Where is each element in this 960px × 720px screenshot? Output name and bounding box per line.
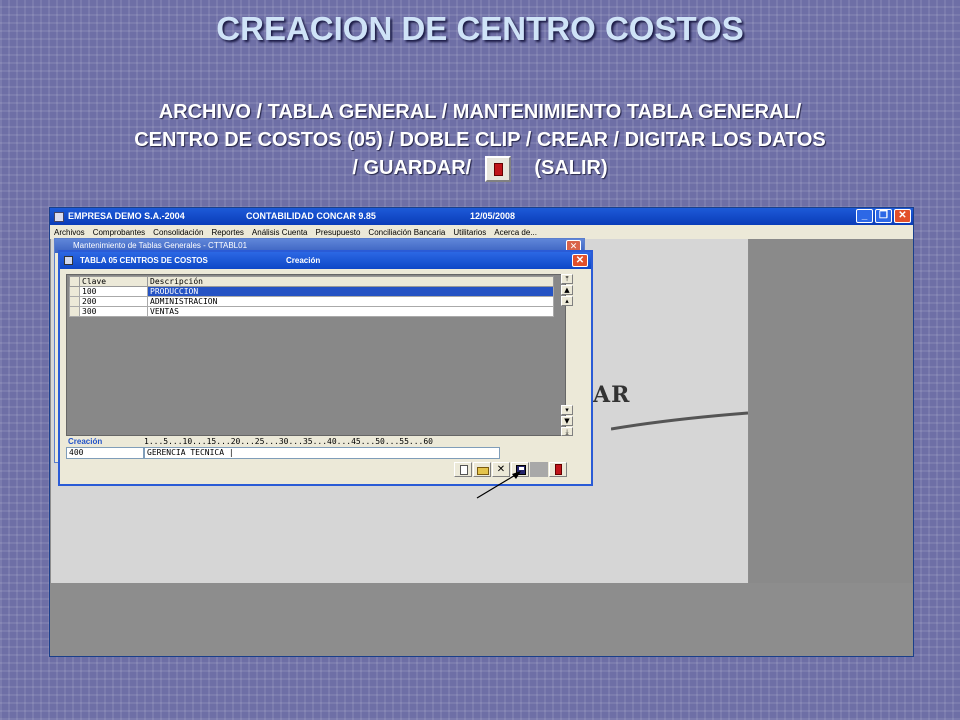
cell-clave[interactable]: 300 [79,306,148,317]
cell-clave[interactable]: 100 [79,286,148,297]
logo-swoosh [611,411,749,431]
table-row[interactable]: 100 PRODUCCION [69,286,554,297]
table-header: Clave Descripción [69,276,554,287]
annotation-arrow-icon [476,471,521,499]
scroll-page-down-icon[interactable]: ▼ [561,416,573,426]
descripcion-input[interactable]: GERENCIA TECNICA | [144,447,500,459]
records-grid: Clave Descripción 100 PRODUCCION 200 ADM… [66,274,566,436]
instruction-line-3: / GUARDAR/ (SALIR) [40,154,920,182]
menu-analisis-cuenta[interactable]: Análisis Cuenta [248,228,312,237]
background-logo: AR [593,382,631,408]
minimize-button[interactable]: _ [856,209,873,223]
app-title-product: CONTABILIDAD CONCAR 9.85 [246,211,376,221]
menu-utilitarios[interactable]: Utilitarios [449,228,490,237]
workspace-bottom-panel [51,583,913,656]
grid-scrollbar[interactable]: ⤒ ▲ ▴ ▾ ▼ ⤓ [561,274,573,436]
app-titlebar: EMPRESA DEMO S.A.-2004 CONTABILIDAD CONC… [50,208,913,225]
scroll-top-icon[interactable]: ⤒ [561,274,573,284]
app-icon [54,211,64,222]
row-indicator [69,286,80,297]
column-ruler: 1...5...10...15...20...25...30...35...40… [144,437,433,446]
workspace-right-panel [749,239,913,583]
menu-comprobantes[interactable]: Comprobantes [89,228,149,237]
maintenance-title-text: Mantenimiento de Tablas Generales - CTTA… [73,241,248,250]
window-icon [64,256,73,265]
instructions: ARCHIVO / TABLA GENERAL / MANTENIMIENTO … [40,98,920,182]
menu-archivos[interactable]: Archivos [50,228,89,237]
table-row[interactable]: 300 VENTAS [69,306,554,317]
menu-conciliacion-bancaria[interactable]: Conciliación Bancaria [364,228,449,237]
scroll-down-icon[interactable]: ▾ [561,405,573,415]
column-header-clave[interactable]: Clave [79,276,148,287]
cell-descripcion[interactable]: PRODUCCION [147,286,554,297]
scroll-up-icon[interactable]: ▴ [561,296,573,306]
exit-button[interactable] [549,462,567,477]
row-indicator [69,296,80,307]
slide-title: CREACION DE CENTRO COSTOS [216,10,744,47]
menubar: Archivos Comprobantes Consolidación Repo… [50,225,913,239]
instruction-line-1: ARCHIVO / TABLA GENERAL / MANTENIMIENTO … [158,101,802,123]
scroll-page-up-icon[interactable]: ▲ [561,285,573,295]
cell-clave[interactable]: 200 [79,296,148,307]
creacion-label: Creación [68,437,103,446]
new-record-button[interactable] [454,462,472,477]
instruction-guardar: / GUARDAR/ [352,157,472,179]
menu-reportes[interactable]: Reportes [207,228,247,237]
close-button[interactable]: ✕ [894,209,911,223]
instruction-salir: (SALIR) [534,157,608,179]
app-title-date: 12/05/2008 [470,211,516,221]
table-row[interactable]: 200 ADMINISTRACION [69,296,554,307]
row-indicator-header [69,276,80,287]
tabla-close-button[interactable]: ✕ [572,254,588,267]
toolbar-spacer [530,462,548,477]
clave-input[interactable]: 400 [66,447,144,459]
instruction-line-2: CENTRO DE COSTOS (05) / DOBLE CLIP / CRE… [134,129,826,151]
maximize-button[interactable]: ❐ [875,209,892,223]
exit-icon [555,464,562,475]
app-title-company: EMPRESA DEMO S.A.-2004 [68,211,185,221]
tabla-window-title: TABLA 05 CENTROS DE COSTOS Creación ✕ [60,252,591,269]
cell-descripcion[interactable]: ADMINISTRACION [147,296,554,307]
menu-presupuesto[interactable]: Presupuesto [312,228,365,237]
cell-descripcion[interactable]: VENTAS [147,306,554,317]
column-header-descripcion[interactable]: Descripción [147,276,554,287]
menu-acerca-de[interactable]: Acerca de... [490,228,541,237]
tabla-mode-text: Creación [286,256,321,265]
tabla-title-text: TABLA 05 CENTROS DE COSTOS [80,256,208,265]
row-indicator [69,306,80,317]
tabla-centros-costos-window: TABLA 05 CENTROS DE COSTOS Creación ✕ Cl… [58,250,593,486]
exit-door-icon [484,155,511,182]
records-table: Clave Descripción 100 PRODUCCION 200 ADM… [69,276,554,317]
new-icon [460,465,468,475]
menu-consolidacion[interactable]: Consolidación [149,228,207,237]
scroll-bottom-icon[interactable]: ⤓ [561,427,573,436]
